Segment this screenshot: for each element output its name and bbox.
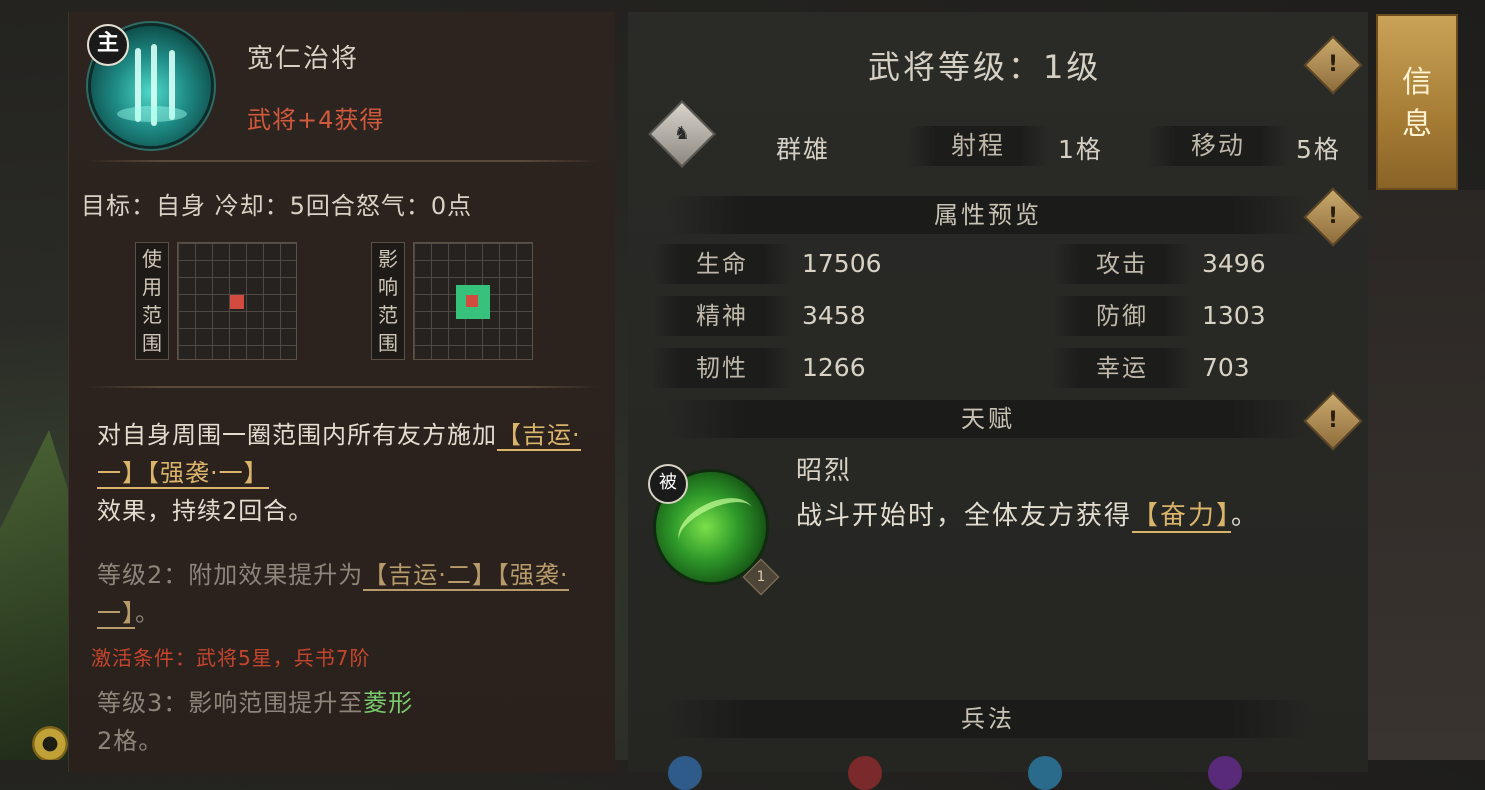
attr-value-defense: 1303 bbox=[1202, 301, 1266, 330]
attribute-help-button[interactable]: ! bbox=[1303, 187, 1363, 247]
attr-value-spirit: 3458 bbox=[802, 301, 866, 330]
general-level: 武将等级：1级 bbox=[868, 48, 1102, 86]
coin-icon bbox=[32, 726, 68, 760]
attr-label-hp: 生命 bbox=[652, 244, 792, 284]
skill-bonus: 武将+4获得 bbox=[247, 106, 385, 134]
talent-level-badge: 1 bbox=[742, 558, 780, 596]
tab-info[interactable]: 信息 bbox=[1376, 14, 1458, 190]
attr-label-attack: 攻击 bbox=[1052, 244, 1192, 284]
attr-label-defense: 防御 bbox=[1052, 296, 1192, 336]
range-value: 1格 bbox=[1058, 135, 1103, 164]
attr-value-luck: 703 bbox=[1202, 353, 1250, 382]
skill-description: 对自身周围一圈范围内所有友方施加【吉运·一】【强袭·一】 效果，持续2回合。 bbox=[97, 421, 581, 525]
passive-badge: 被 bbox=[648, 464, 688, 504]
skill-name: 宽仁治将 bbox=[247, 44, 360, 74]
tactics-header: 兵法 bbox=[668, 700, 1308, 738]
level-help-button[interactable]: ! bbox=[1303, 35, 1363, 95]
attr-value-toughness: 1266 bbox=[802, 353, 866, 382]
tactic-icon[interactable] bbox=[1028, 756, 1062, 790]
buff-tag-vigor[interactable]: 【奋力】 bbox=[1132, 501, 1232, 533]
attr-value-attack: 3496 bbox=[1202, 249, 1266, 278]
center-cell bbox=[230, 295, 244, 309]
faction-name: 群雄 bbox=[776, 135, 831, 164]
exclamation-icon: ! bbox=[1327, 408, 1339, 433]
buff-tag-assault[interactable]: 【强袭·一】 bbox=[147, 459, 269, 489]
talent-header: 天赋 bbox=[668, 400, 1308, 438]
main-skill-badge: 主 bbox=[87, 24, 129, 66]
talent-help-button[interactable]: ! bbox=[1303, 391, 1363, 451]
attr-label-luck: 幸运 bbox=[1052, 348, 1192, 388]
tactic-icon[interactable] bbox=[668, 756, 702, 790]
skill-detail-panel: 主 宽仁治将 武将+4获得 目标：自身 冷却：5回合怒气：0点 使用范围 影响范… bbox=[68, 12, 615, 772]
activation-condition: 激活条件：武将5星，兵书7阶 bbox=[91, 646, 371, 670]
buff-tag-luck-2[interactable]: 【吉运·二】 bbox=[363, 561, 497, 591]
side-background bbox=[1368, 190, 1485, 760]
divider bbox=[85, 160, 601, 162]
divider bbox=[85, 386, 601, 388]
faction-icon: ♞ bbox=[648, 100, 716, 168]
move-value: 5格 bbox=[1296, 135, 1341, 164]
move-label: 移动 bbox=[1148, 126, 1288, 166]
effect-range-label: 影响范围 bbox=[371, 242, 405, 360]
exclamation-icon: ! bbox=[1327, 52, 1339, 77]
general-info-panel: 武将等级：1级 ! ♞ 群雄 射程 1格 移动 5格 属性预览 ! 生命 175… bbox=[628, 12, 1368, 790]
skill-level3-description: 等级3：影响范围提升至菱形 2格。 bbox=[97, 689, 414, 755]
tactic-icon[interactable] bbox=[848, 756, 882, 790]
background-decoration bbox=[0, 430, 70, 760]
effect-range-grid bbox=[413, 242, 533, 360]
attr-label-spirit: 精神 bbox=[652, 296, 792, 336]
exclamation-icon: ! bbox=[1327, 204, 1339, 229]
use-range-grid bbox=[177, 242, 297, 360]
tactics-icons-row bbox=[668, 756, 1288, 790]
attr-value-hp: 17506 bbox=[802, 249, 882, 278]
skill-level2-description: 等级2：附加效果提升为【吉运·二】【强袭·一】。 bbox=[97, 561, 569, 629]
talent-description: 战斗开始时，全体友方获得【奋力】。 bbox=[796, 501, 1260, 533]
range-label: 射程 bbox=[908, 126, 1048, 166]
attr-label-toughness: 韧性 bbox=[652, 348, 792, 388]
talent-name: 昭烈 bbox=[796, 456, 853, 486]
use-range-label: 使用范围 bbox=[135, 242, 169, 360]
attribute-preview-header: 属性预览 bbox=[668, 196, 1308, 234]
skill-stats: 目标：自身 冷却：5回合怒气：0点 bbox=[81, 192, 473, 220]
center-cell bbox=[466, 295, 478, 307]
tactic-icon[interactable] bbox=[1208, 756, 1242, 790]
